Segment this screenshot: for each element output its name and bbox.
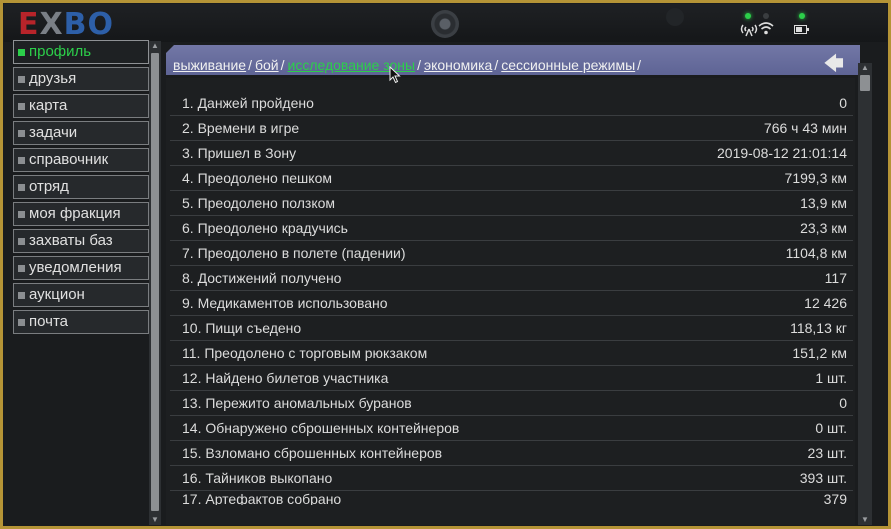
bullet-icon: [18, 210, 25, 218]
list-item: 12. Найдено билетов участника 1 шт.: [170, 366, 853, 391]
bullet-icon: [18, 156, 25, 164]
sensor-dot: [666, 8, 684, 26]
sidebar-item-reference[interactable]: справочник: [13, 148, 149, 172]
scroll-down-icon[interactable]: ▼: [149, 515, 161, 525]
breadcrumb-bar: выживание / бой / исследование зоны / экономик…: [166, 45, 860, 75]
list-item: 15. Взломано сброшенных контейнеров 23 шт…: [170, 441, 853, 466]
scrollbar-thumb[interactable]: [151, 53, 159, 511]
list-item: 10. Пищи съедено 118,13 кг: [170, 316, 853, 341]
sidebar-item-mail[interactable]: почта: [13, 310, 149, 334]
tab-economy[interactable]: экономика: [424, 57, 492, 73]
bullet-icon: [18, 237, 25, 245]
list-item: 11. Преодолено с торговым рюкзаком 151,2 …: [170, 341, 853, 366]
sidebar-item-profile[interactable]: профиль: [13, 40, 149, 64]
bullet-icon: [18, 264, 25, 272]
list-item: 3. Пришел в Зону 2019-08-12 21:01:14: [170, 141, 853, 166]
signal-led-off: [763, 13, 769, 19]
scroll-up-icon[interactable]: ▲: [149, 41, 161, 51]
battery-icon: [794, 25, 809, 34]
bullet-icon: [18, 129, 25, 137]
sidebar-item-faction[interactable]: моя фракция: [13, 202, 149, 226]
list-item: 13. Пережито аномальных буранов 0: [170, 391, 853, 416]
exbo-logo: EXBO: [18, 7, 115, 42]
bullet-icon: [18, 75, 25, 83]
signal-led: [745, 13, 751, 19]
scroll-up-icon[interactable]: ▲: [858, 63, 872, 73]
sidebar-nav: профиль друзья карта задачи справочник о…: [13, 40, 149, 337]
stats-scrollbar[interactable]: ▲ ▼: [858, 63, 872, 525]
bullet-icon: [18, 291, 25, 299]
sidebar-item-tasks[interactable]: задачи: [13, 121, 149, 145]
list-item: 4. Преодолено пешком 7199,3 км: [170, 166, 853, 191]
tab-combat[interactable]: бой: [255, 57, 279, 73]
list-item: 16. Тайников выкопано 393 шт.: [170, 466, 853, 491]
stats-panel: выживание / бой / исследование зоны / экономик…: [166, 45, 872, 525]
antenna-icon: [740, 24, 758, 37]
list-item: 14. Обнаружено сброшенных контейнеров 0 ш…: [170, 416, 853, 441]
tab-session-modes[interactable]: сессионные режимы: [501, 57, 635, 73]
sidebar-scrollbar[interactable]: ▲ ▼: [149, 41, 161, 525]
sidebar-item-auction[interactable]: аукцион: [13, 283, 149, 307]
battery-led: [799, 13, 805, 19]
list-item: 9. Медикаментов использовано 12 426: [170, 291, 853, 316]
tab-survival[interactable]: выживание: [173, 57, 246, 73]
list-item: 6. Преодолено крадучись 23,3 км: [170, 216, 853, 241]
scroll-down-icon[interactable]: ▼: [858, 515, 872, 525]
sidebar-item-map[interactable]: карта: [13, 94, 149, 118]
sidebar-item-base-captures[interactable]: захваты баз: [13, 229, 149, 253]
stats-list: 1. Данжей пройдено 0 2. Времени в игре 766…: [170, 91, 853, 505]
scrollbar-thumb[interactable]: [860, 75, 870, 91]
breadcrumb: выживание / бой / исследование зоны / экономик…: [173, 57, 642, 73]
wifi-icon: [758, 22, 774, 35]
mouse-cursor-icon: [389, 66, 401, 84]
sidebar-item-notifications[interactable]: уведомления: [13, 256, 149, 280]
list-item: 2. Времени в игре 766 ч 43 мин: [170, 116, 853, 141]
list-item: 5. Преодолено ползком 13,9 км: [170, 191, 853, 216]
sidebar-item-squad[interactable]: отряд: [13, 175, 149, 199]
bullet-icon: [18, 318, 25, 326]
bullet-icon: [18, 102, 25, 110]
list-item: 1. Данжей пройдено 0: [170, 91, 853, 116]
list-item: 8. Достижений получено 117: [170, 266, 853, 291]
sidebar-item-friends[interactable]: друзья: [13, 67, 149, 91]
list-item: 7. Преодолено в полете (падении) 1104,8 к…: [170, 241, 853, 266]
camera-icon: [431, 10, 459, 38]
list-item: 17. Артефактов собрано 379: [182, 491, 847, 505]
bullet-icon: [18, 48, 25, 56]
bullet-icon: [18, 183, 25, 191]
